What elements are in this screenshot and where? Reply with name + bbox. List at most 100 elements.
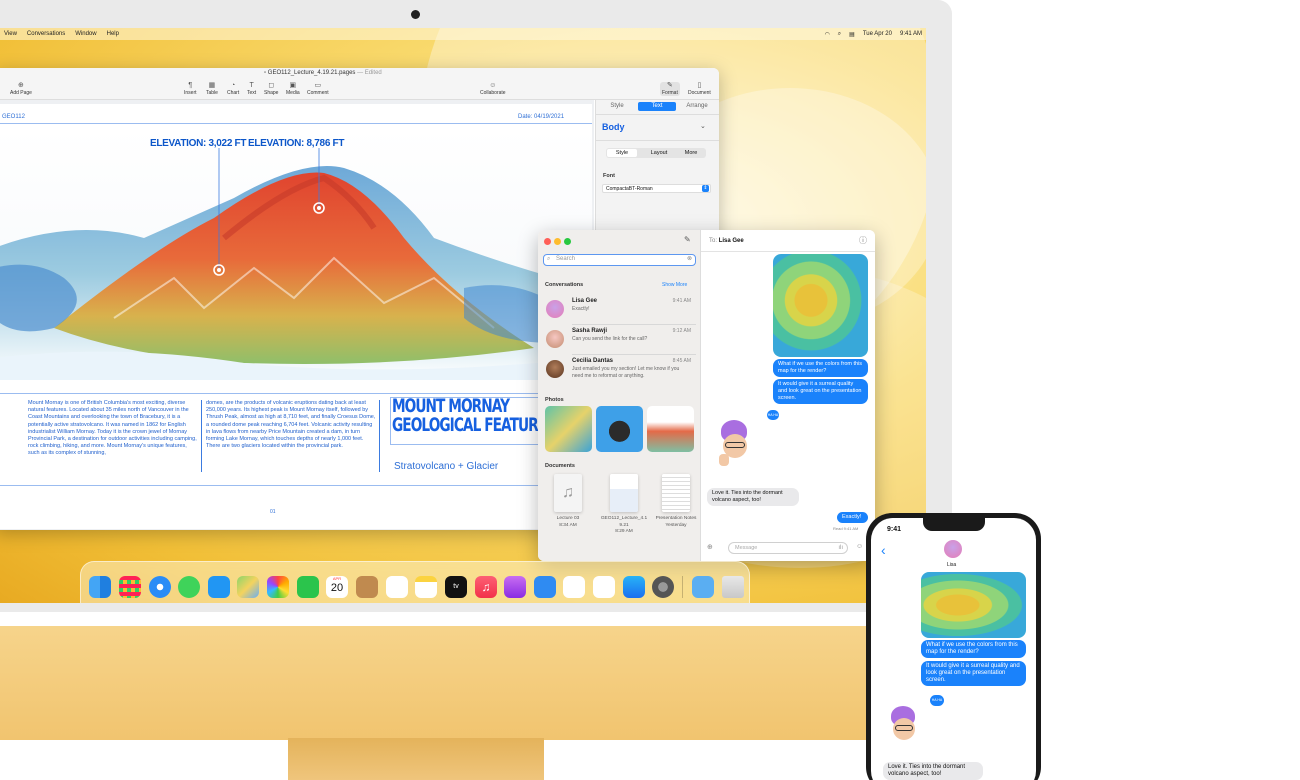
memoji-sticker[interactable] xyxy=(885,706,923,756)
menu-view[interactable]: View xyxy=(4,31,17,37)
wifi-icon[interactable]: ◠ xyxy=(825,31,830,38)
text-button[interactable]: T Text xyxy=(247,82,256,96)
trash-icon[interactable] xyxy=(722,576,744,598)
tapback-badge[interactable]: HA HA xyxy=(930,695,944,706)
menu-help[interactable]: Help xyxy=(107,31,119,37)
received-message[interactable]: Love it. Ties into the dormant volcano a… xyxy=(707,488,799,506)
sent-message[interactable]: Exactly! xyxy=(837,512,868,523)
music-icon[interactable]: ♫ xyxy=(475,576,497,598)
compose-icon[interactable]: ✎ xyxy=(684,235,691,244)
finder-icon[interactable] xyxy=(89,576,111,598)
mail-icon[interactable] xyxy=(208,576,230,598)
collaborate-button[interactable]: ☺ Collaborate xyxy=(480,82,506,96)
segment-layout[interactable]: Layout xyxy=(644,148,674,158)
mountain-render-image[interactable] xyxy=(0,128,592,380)
numbers-icon[interactable] xyxy=(563,576,585,598)
maps-icon[interactable] xyxy=(237,576,259,598)
notes-icon[interactable] xyxy=(415,576,437,598)
paragraph-style-name[interactable]: Body xyxy=(602,122,625,132)
table-button[interactable]: ▦ Table xyxy=(206,82,218,96)
segment-more[interactable]: More xyxy=(676,148,706,158)
pages-icon[interactable] xyxy=(593,576,615,598)
conversation-item[interactable]: Sasha Rawji 9:12 AM Can you send the link… xyxy=(542,326,697,354)
show-more-link[interactable]: Show More xyxy=(662,282,687,288)
messages-icon[interactable] xyxy=(178,576,200,598)
map-image-message[interactable] xyxy=(773,254,868,357)
body-column-1[interactable]: Mount Mornay is one of British Columbia'… xyxy=(28,400,198,458)
header-course[interactable]: GEO112 xyxy=(2,114,25,120)
safari-icon[interactable] xyxy=(149,576,171,598)
segment-style[interactable]: Style xyxy=(607,149,637,157)
reminders-icon[interactable] xyxy=(386,576,408,598)
elevation-label-2[interactable]: ELEVATION: 8,786 FT xyxy=(248,138,344,149)
sent-message[interactable]: It would give it a surreal quality and l… xyxy=(921,661,1026,686)
conversation-item[interactable]: Cecilia Dantas 8:45 AM Just emailed you m… xyxy=(542,356,697,384)
comment-button[interactable]: ▭ Comment xyxy=(307,82,329,96)
chevron-down-icon[interactable]: ⌄ xyxy=(700,122,706,130)
chart-button[interactable]: ◔ Chart xyxy=(227,82,239,96)
close-window-button[interactable] xyxy=(544,238,551,245)
document-setup-icon: ▯ xyxy=(697,82,702,89)
menu-conversations[interactable]: Conversations xyxy=(27,31,65,37)
map-image-message[interactable] xyxy=(921,572,1026,638)
shape-button[interactable]: ◻ Shape xyxy=(264,82,278,96)
menubar-date[interactable]: Tue Apr 20 xyxy=(863,31,892,37)
contact-name[interactable]: Lisa xyxy=(947,562,956,568)
calendar-icon[interactable]: APR 20 xyxy=(326,576,348,598)
keynote-icon[interactable] xyxy=(534,576,556,598)
document-subtitle[interactable]: Stratovolcano + Glacier xyxy=(394,461,498,472)
tapback-badge[interactable]: HA HA xyxy=(767,410,779,420)
photos-icon[interactable] xyxy=(267,576,289,598)
photo-thumbnail[interactable] xyxy=(647,406,694,452)
app-store-icon[interactable] xyxy=(623,576,645,598)
contact-avatar[interactable] xyxy=(944,540,962,558)
sent-message[interactable]: What if we use the colors from this map … xyxy=(773,359,868,377)
insert-button[interactable]: ¶ Insert xyxy=(184,82,197,96)
contacts-icon[interactable] xyxy=(356,576,378,598)
back-chevron-icon[interactable]: ‹ xyxy=(881,542,886,558)
document-button[interactable]: ▯ Document xyxy=(688,82,711,96)
header-date[interactable]: Date: 04/19/2021 xyxy=(518,114,564,120)
inspector-tab-arrange[interactable]: Arrange xyxy=(680,102,714,111)
audio-icon[interactable]: ılı xyxy=(838,543,843,553)
search-field[interactable]: ⌕ Search ⊗ xyxy=(543,254,696,266)
facetime-icon[interactable] xyxy=(297,576,319,598)
sent-message[interactable]: It would give it a surreal quality and l… xyxy=(773,379,868,404)
control-center-icon[interactable]: ▤ xyxy=(849,31,855,38)
elevation-label-1[interactable]: ELEVATION: 3,022 FT xyxy=(150,138,246,149)
message-input[interactable]: Message ılı xyxy=(728,542,848,554)
apps-icon[interactable]: ⊕ xyxy=(707,543,713,551)
conversation-item[interactable]: Lisa Gee 9:41 AM Exactly! xyxy=(542,296,697,324)
document-item[interactable]: ♫ Lecture 03 8:34 AM xyxy=(544,474,592,529)
sent-message[interactable]: What if we use the colors from this map … xyxy=(921,640,1026,658)
downloads-folder-icon[interactable] xyxy=(692,576,714,598)
font-select[interactable]: CompactaBT-Roman ⇕ xyxy=(602,184,711,193)
tv-icon[interactable]: tv xyxy=(445,576,467,598)
format-button[interactable]: ✎ Format xyxy=(660,82,680,96)
document-item[interactable]: GEO112_Lecture_4.19.21 8:29 AM xyxy=(600,474,648,536)
zoom-window-button[interactable] xyxy=(564,238,571,245)
photo-thumbnail[interactable] xyxy=(596,406,643,452)
menubar-time[interactable]: 9:41 AM xyxy=(900,31,922,37)
body-column-2[interactable]: domes, are the products of volcanic erup… xyxy=(206,400,376,450)
podcasts-icon[interactable] xyxy=(504,576,526,598)
memoji-sticker[interactable] xyxy=(715,420,755,474)
received-message[interactable]: Love it. Ties into the dormant volcano a… xyxy=(883,762,983,780)
paintbrush-icon: ✎ xyxy=(666,82,673,89)
info-icon[interactable]: ⓘ xyxy=(859,230,867,252)
emoji-icon[interactable]: ☺ xyxy=(856,543,863,550)
select-arrows-icon: ⇕ xyxy=(702,185,709,192)
search-icon[interactable]: ⌕ xyxy=(838,31,841,38)
clear-search-icon[interactable]: ⊗ xyxy=(687,255,692,264)
system-preferences-icon[interactable] xyxy=(652,576,674,598)
document-item[interactable]: Presentation Notes Yesterday xyxy=(652,474,700,529)
inspector-tab-text[interactable]: Text xyxy=(638,102,676,111)
add-page-button[interactable]: ⊕ Add Page xyxy=(10,82,32,96)
recipient-name[interactable]: Lisa Gee xyxy=(719,238,744,244)
minimize-window-button[interactable] xyxy=(554,238,561,245)
inspector-tab-style[interactable]: Style xyxy=(602,102,632,111)
launchpad-icon[interactable] xyxy=(119,576,141,598)
photo-thumbnail[interactable] xyxy=(545,406,592,452)
menu-window[interactable]: Window xyxy=(75,31,96,37)
media-button[interactable]: ▣ Media xyxy=(286,82,300,96)
